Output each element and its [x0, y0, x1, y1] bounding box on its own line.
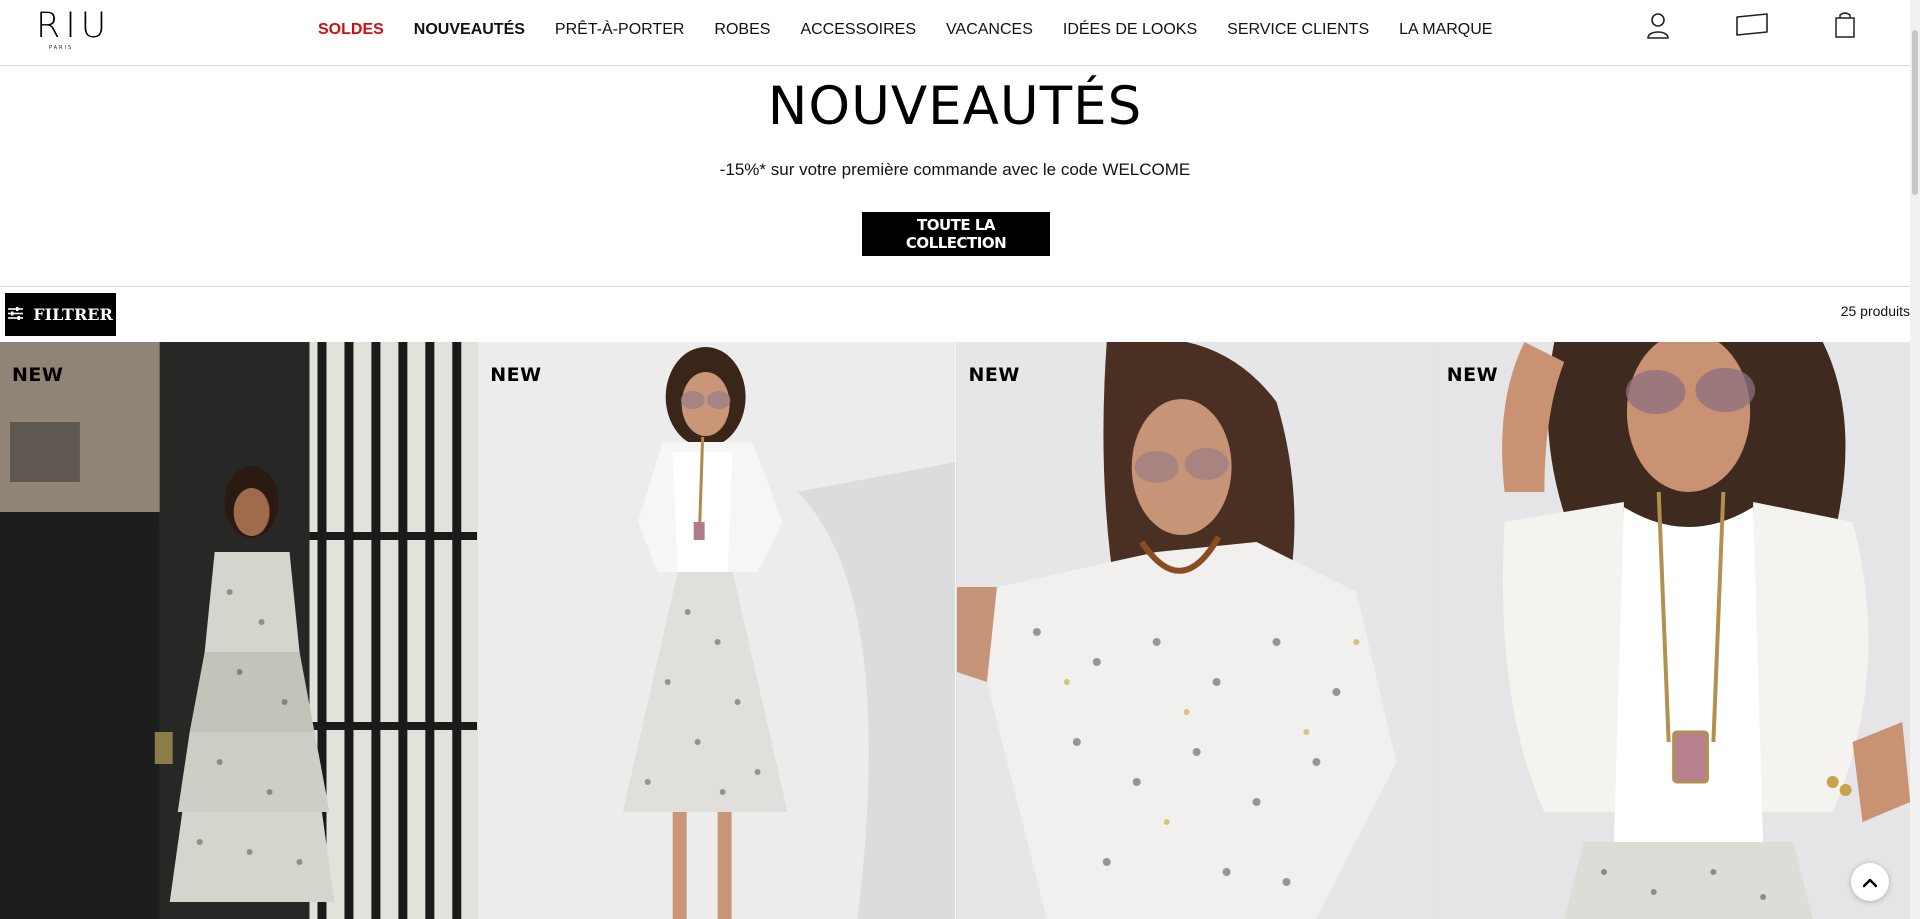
shopping-bag-icon[interactable]	[1830, 10, 1860, 40]
nav-item-service-clients[interactable]: SERVICE CLIENTS	[1227, 18, 1369, 42]
product-card[interactable]: NEW	[1434, 342, 1910, 919]
nav-item-soldes[interactable]: SOLDES	[318, 18, 384, 42]
brand-name: RIU	[36, 6, 112, 46]
user-icon[interactable]	[1643, 10, 1673, 40]
product-card[interactable]: NEW	[0, 342, 479, 919]
brand-logo[interactable]: RIU PARIS	[32, 6, 112, 56]
new-badge: NEW	[1446, 364, 1499, 386]
filter-label: FILTRER	[33, 305, 113, 324]
page-scrollbar[interactable]	[1910, 0, 1920, 919]
product-card[interactable]: NEW	[956, 342, 1435, 919]
product-image	[0, 342, 478, 919]
new-badge: NEW	[12, 364, 64, 386]
main-nav: SOLDES NOUVEAUTÉS PRÊT-À-PORTER ROBES AC…	[318, 18, 1522, 42]
nav-item-vacances[interactable]: VACANCES	[946, 18, 1033, 42]
new-badge: NEW	[490, 364, 542, 386]
filter-bar: FILTRER 25 produits	[0, 286, 1910, 343]
chevron-up-icon	[1862, 873, 1878, 892]
product-card[interactable]: NEW	[478, 342, 957, 919]
filter-sliders-icon	[8, 305, 24, 324]
nav-item-robes[interactable]: ROBES	[714, 18, 770, 42]
site-header: RIU PARIS SOLDES NOUVEAUTÉS PRÊT-À-PORTE…	[0, 0, 1910, 66]
product-grid: NEW NEW NEW NEW	[0, 342, 1910, 919]
scrollbar-thumb[interactable]	[1912, 30, 1918, 195]
all-collection-button[interactable]: TOUTE LA COLLECTION	[862, 212, 1050, 256]
product-count: 25 produits	[1840, 303, 1910, 319]
gift-card-icon[interactable]	[1734, 10, 1770, 40]
page: RIU PARIS SOLDES NOUVEAUTÉS PRÊT-À-PORTE…	[0, 0, 1910, 919]
product-image	[956, 342, 1434, 919]
product-image	[1434, 342, 1910, 919]
nav-item-pret-a-porter[interactable]: PRÊT-À-PORTER	[555, 18, 685, 42]
promo-banner-text: -15%* sur votre première commande avec l…	[719, 160, 1191, 179]
nav-item-nouveautes[interactable]: NOUVEAUTÉS	[414, 18, 525, 42]
page-title: NOUVEAUTÉS	[767, 76, 1143, 137]
new-badge: NEW	[968, 364, 1020, 386]
filter-button[interactable]: FILTRER	[5, 293, 116, 336]
nav-item-accessoires[interactable]: ACCESSOIRES	[800, 18, 916, 42]
scroll-to-top-button[interactable]	[1851, 863, 1889, 901]
product-image	[478, 342, 956, 919]
nav-item-la-marque[interactable]: LA MARQUE	[1399, 18, 1492, 42]
nav-item-idees-de-looks[interactable]: IDÉES DE LOOKS	[1063, 18, 1197, 42]
